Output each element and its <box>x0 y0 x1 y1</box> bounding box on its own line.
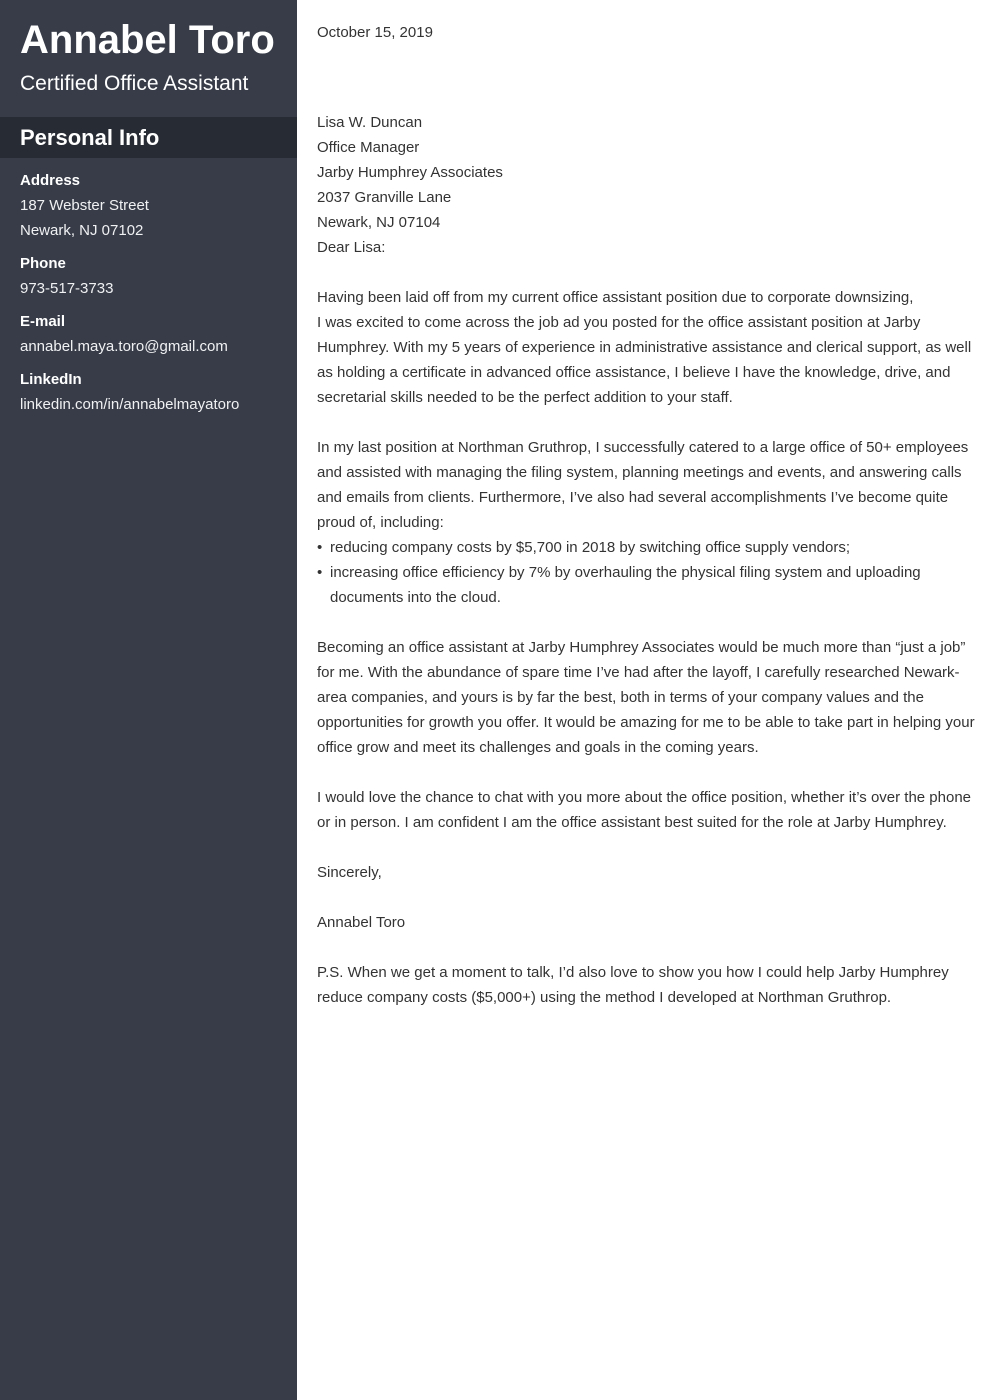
personal-info-header: Personal Info <box>0 117 297 158</box>
info-label: Phone <box>20 255 66 272</box>
recipient-block: Lisa W. Duncan Office Manager Jarby Hump… <box>317 110 977 235</box>
greeting: Dear Lisa: <box>317 239 386 256</box>
paragraph-experience: In my last position at Northman Gruthrop… <box>317 435 977 610</box>
info-phone: Phone 973-517-3733 <box>20 251 285 301</box>
linkedin-link[interactable]: linkedin.com/in/annabelmayatoro <box>20 392 285 417</box>
list-item: • reducing company costs by $5,700 in 20… <box>317 535 977 560</box>
paragraph-motivation: Becoming an office assistant at Jarby Hu… <box>317 639 975 756</box>
accomplishments-list: • reducing company costs by $5,700 in 20… <box>317 535 977 610</box>
postscript: P.S. When we get a moment to talk, I’d a… <box>317 964 949 1006</box>
list-item-text: reducing company costs by $5,700 in 2018… <box>330 539 851 556</box>
info-linkedin: LinkedIn linkedin.com/in/annabelmayatoro <box>20 367 285 417</box>
sidebar: Annabel Toro Certified Office Assistant … <box>0 0 297 1400</box>
signature: Annabel Toro <box>317 914 406 931</box>
paragraph-line: I was excited to come across the job ad … <box>317 314 972 406</box>
paragraph-text: In my last position at Northman Gruthrop… <box>317 439 969 531</box>
recipient-line: 2037 Granville Lane <box>317 189 452 206</box>
info-label: E-mail <box>20 313 66 330</box>
recipient-line: Newark, NJ 07104 <box>317 214 441 231</box>
applicant-name: Annabel Toro <box>20 18 275 62</box>
info-email: E-mail annabel.maya.toro@gmail.com <box>20 309 285 359</box>
recipient-line: Jarby Humphrey Associates <box>317 164 503 181</box>
letter-body: October 15, 2019 Lisa W. Duncan Office M… <box>317 20 977 1010</box>
recipient-line: Office Manager <box>317 139 420 156</box>
closing: Sincerely, <box>317 864 382 881</box>
letter-date: October 15, 2019 <box>317 24 433 41</box>
info-value: Newark, NJ 07102 <box>20 222 144 239</box>
email-link[interactable]: annabel.maya.toro@gmail.com <box>20 334 285 359</box>
paragraph-intro: Having been laid off from my current off… <box>317 285 977 410</box>
bullet-icon: • <box>317 539 323 556</box>
section-title: Personal Info <box>20 125 160 150</box>
list-item-text: increasing office efficiency by 7% by ov… <box>330 564 921 606</box>
info-address: Address 187 Webster Street Newark, NJ 07… <box>20 168 285 243</box>
recipient-line: Lisa W. Duncan <box>317 114 423 131</box>
info-value: 973-517-3733 <box>20 280 114 297</box>
applicant-title: Certified Office Assistant <box>20 72 249 95</box>
bullet-icon: • <box>317 564 323 581</box>
paragraph-line: Having been laid off from my current off… <box>317 289 914 306</box>
info-label: Address <box>20 172 81 189</box>
info-value: 187 Webster Street <box>20 197 149 214</box>
list-item: • increasing office efficiency by 7% by … <box>317 560 977 610</box>
personal-info-list: Address 187 Webster Street Newark, NJ 07… <box>20 168 285 425</box>
info-label: LinkedIn <box>20 371 82 388</box>
paragraph-call-to-action: I would love the chance to chat with you… <box>317 789 972 831</box>
